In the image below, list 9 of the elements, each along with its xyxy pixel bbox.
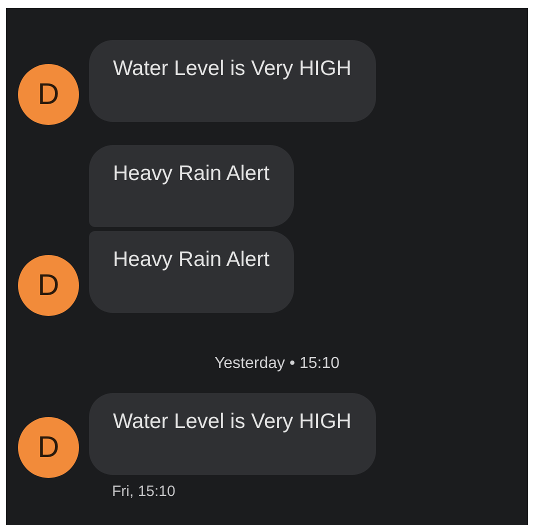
message-time: Fri, 15:10 <box>112 483 176 500</box>
message-bubble[interactable]: Water Level is Very HIGH <box>89 40 376 122</box>
date-separator: Yesterday • 15:10 <box>213 355 341 373</box>
avatar[interactable]: D <box>18 255 79 316</box>
message-bubble[interactable]: Water Level is Very HIGH <box>89 393 376 475</box>
message-bubble[interactable]: Heavy Rain Alert <box>89 231 294 313</box>
avatar[interactable]: D <box>18 417 79 478</box>
message-bubble[interactable]: Heavy Rain Alert <box>89 145 294 227</box>
avatar[interactable]: D <box>18 64 79 125</box>
